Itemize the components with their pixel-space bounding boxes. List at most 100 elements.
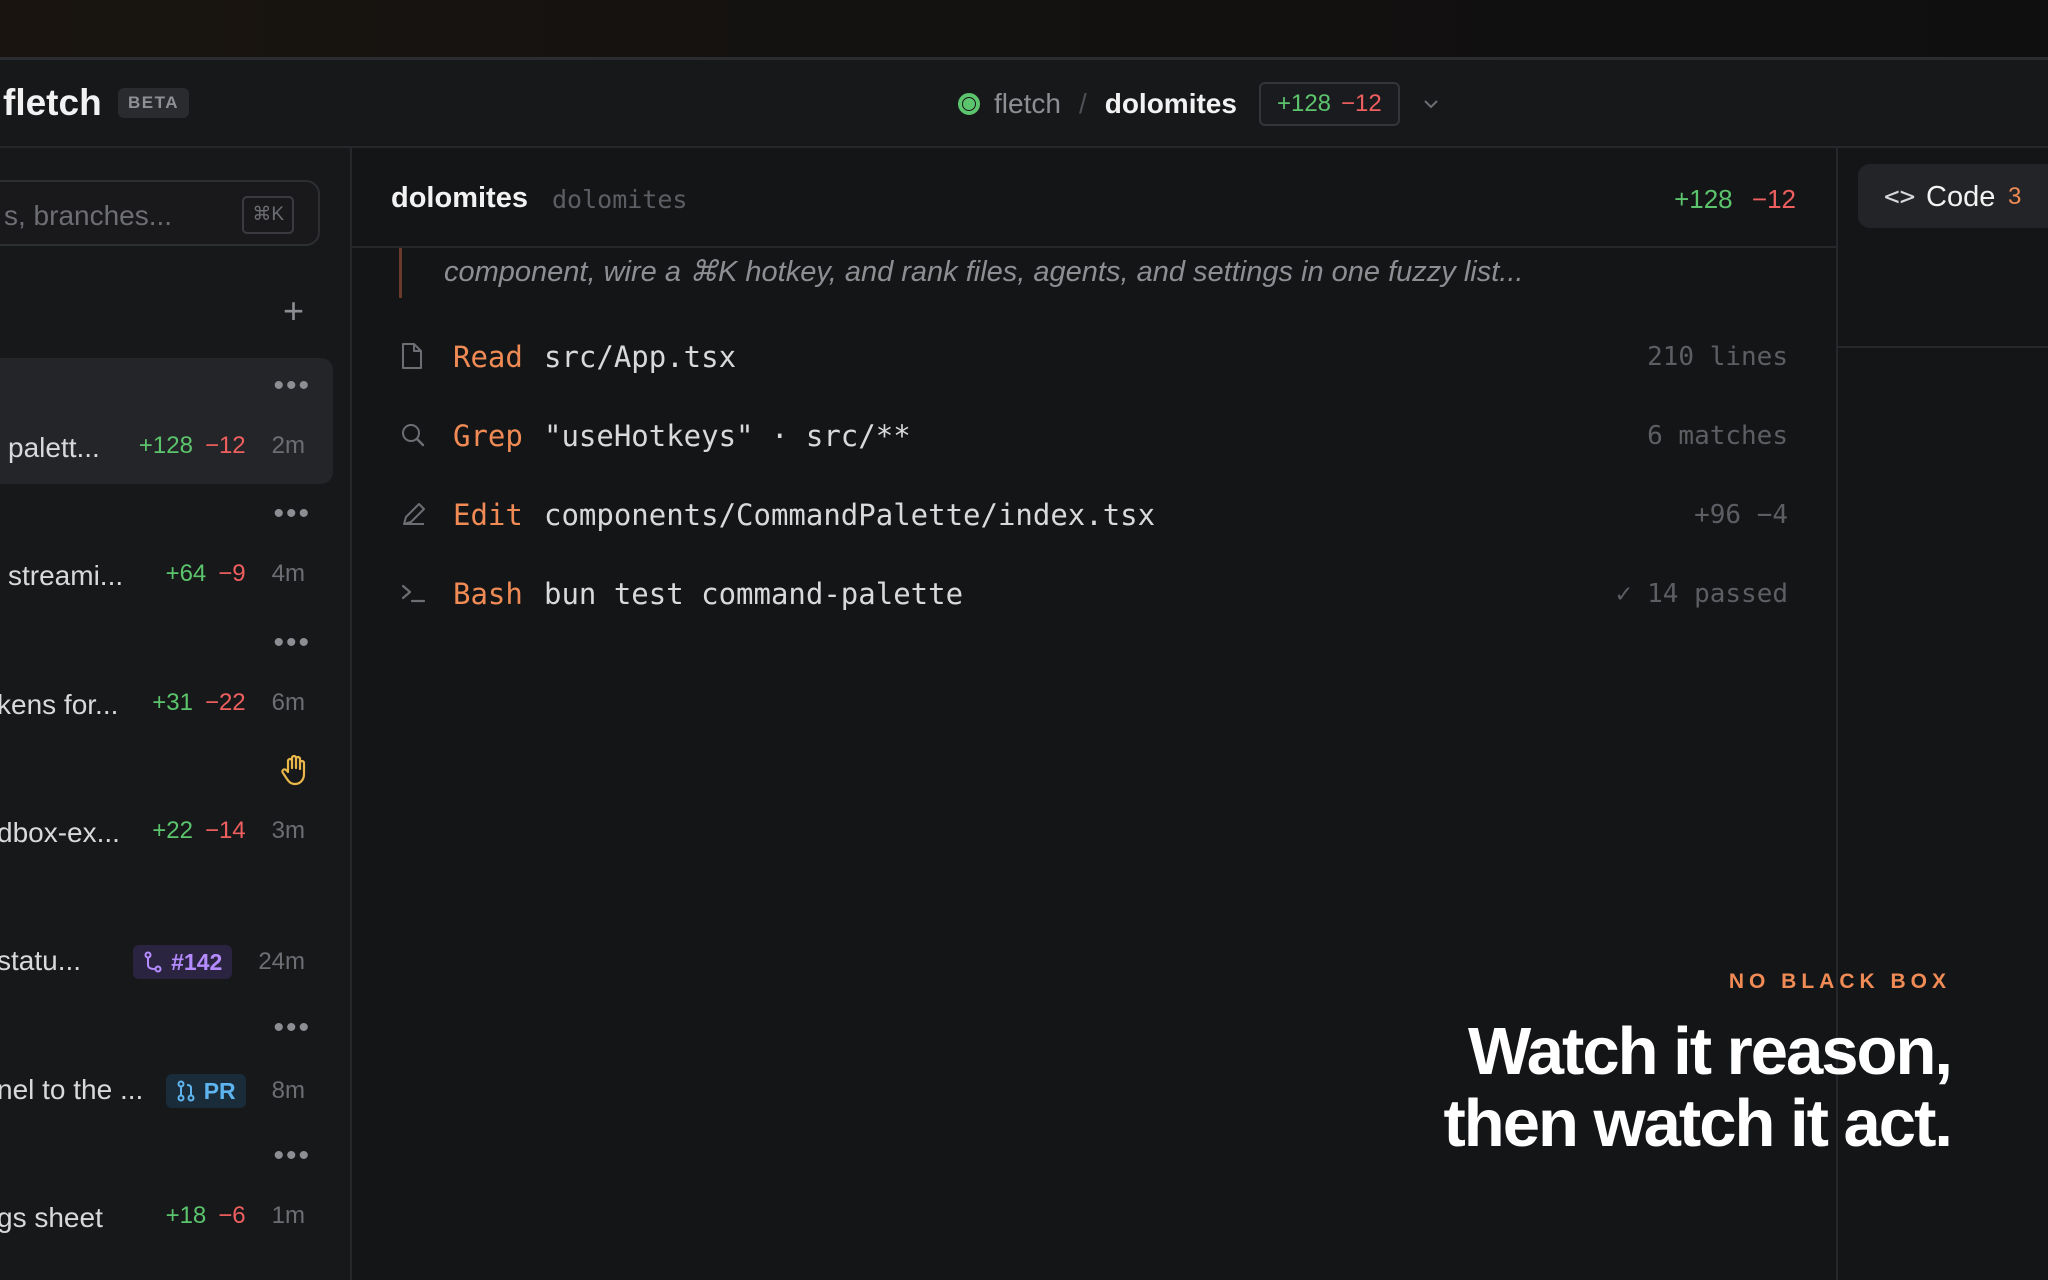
more-icon[interactable]: ••• [273, 371, 311, 401]
terminal-icon [401, 584, 426, 603]
tool-result: 6 matches [1647, 421, 1788, 451]
session-additions: +22 [152, 817, 193, 844]
file-icon [402, 343, 422, 369]
deletions-count: −12 [1341, 90, 1382, 117]
session-meta: +64 −9 4m [166, 560, 305, 588]
brand-name: fletch [3, 82, 102, 123]
thinking-text: component, wire a ⌘K hotkey, and rank fi… [399, 248, 1523, 298]
session-meta: +22 −14 3m [152, 817, 305, 845]
tab-code-label: Code [1926, 181, 1996, 213]
session-additions: +31 [152, 689, 193, 716]
breadcrumb: fletch / dolomites +128 −12 [958, 82, 1440, 126]
status-dot-icon [958, 93, 980, 115]
session-deletions: −14 [204, 817, 246, 844]
session-additions: +128 [138, 432, 193, 459]
session-meta: +18 −6 1m [166, 1202, 305, 1230]
breadcrumb-separator: / [1078, 88, 1087, 119]
search-input[interactable]: s, branches... ⌘K [0, 180, 320, 246]
tab-code-count: 3 [2008, 183, 2022, 210]
session-additions: +18 [165, 1202, 207, 1229]
top-backdrop [0, 0, 2048, 60]
session-meta: +31 −22 6m [152, 689, 305, 717]
app-header: fletch BETA fletch / dolomites +128 −12 [0, 60, 2048, 148]
session-item[interactable]: ••• nel to the ... PR 8m [0, 1000, 333, 1126]
session-branch-subtitle: dolomites [552, 185, 688, 214]
breadcrumb-repo[interactable]: fletch [994, 88, 1061, 120]
session-time: 4m [271, 560, 305, 587]
session-title: gs sheet [0, 1202, 103, 1233]
session-title: streami... [8, 560, 124, 591]
session-title: palett... [8, 432, 100, 463]
pr-label: PR [203, 1077, 236, 1104]
session-title: nel to the ... [0, 1074, 144, 1105]
session-title: kens for... [0, 689, 119, 720]
tool-call-row[interactable]: Read src/App.tsx 210 lines [352, 326, 1836, 386]
tool-call-row[interactable]: Edit components/CommandPalette/index.tsx… [352, 484, 1836, 544]
tool-result: ✓ 14 passed [1615, 579, 1788, 609]
tool-name: Grep [453, 419, 523, 453]
tool-argument: src/App.tsx [544, 340, 737, 374]
pr-number: #142 [171, 948, 223, 975]
tab-code[interactable]: <> Code 3 [1858, 164, 2048, 228]
tool-result: +96 −4 [1694, 500, 1788, 530]
session-deletions: −12 [204, 432, 246, 459]
main-diff-summary: +128 −12 [1674, 184, 1796, 215]
session-time: 24m [258, 948, 305, 975]
session-item[interactable]: ••• palett... +128 −12 2m [0, 358, 333, 484]
tagline-headline: Watch it reason, then watch it act. [1443, 1014, 1953, 1161]
session-meta: PR 8m [165, 1074, 305, 1108]
new-session-plus-icon[interactable]: + [283, 290, 304, 332]
session-item[interactable]: dbox-ex... +22 −14 3m [0, 743, 333, 869]
diff-summary-pill[interactable]: +128 −12 [1258, 82, 1400, 126]
pull-request-icon [177, 1080, 195, 1102]
tool-call-row[interactable]: Grep "useHotkeys" · src/** 6 matches [352, 405, 1836, 465]
pencil-icon [403, 503, 425, 525]
session-time: 8m [271, 1077, 305, 1104]
session-title: statu... [0, 945, 82, 976]
session-item[interactable]: ••• gs sheet +18 −6 1m [0, 1128, 333, 1254]
tool-argument: "useHotkeys" · src/** [544, 419, 911, 453]
tool-result: 210 lines [1647, 342, 1788, 372]
tagline-line: Watch it reason, [1468, 1014, 1953, 1089]
hand-icon [281, 754, 306, 786]
session-branch-title: dolomites [391, 182, 528, 214]
more-icon[interactable]: ••• [273, 628, 311, 658]
additions-count: +128 [1674, 184, 1733, 214]
session-item[interactable]: statu... #142 24m [0, 871, 333, 997]
pull-request-icon [144, 951, 162, 973]
session-meta: +128 −12 2m [139, 432, 305, 460]
tool-argument: components/CommandPalette/index.tsx [544, 498, 1156, 532]
session-deletions: −9 [218, 560, 246, 587]
session-time: 6m [271, 689, 305, 716]
session-item[interactable]: ••• streami... +64 −9 4m [0, 486, 333, 612]
session-time: 1m [271, 1202, 305, 1229]
pr-badge[interactable]: PR [165, 1074, 246, 1108]
breadcrumb-branch[interactable]: dolomites [1105, 88, 1237, 120]
more-icon[interactable]: ••• [273, 1141, 311, 1171]
more-icon[interactable]: ••• [273, 1013, 311, 1043]
tool-name: Bash [453, 577, 523, 611]
chevron-down-icon[interactable] [1422, 98, 1440, 110]
session-deletions: −22 [204, 689, 246, 716]
session-title: dbox-ex... [0, 817, 120, 848]
main-header: dolomites dolomites +128 −12 [352, 148, 1836, 248]
code-icon: <> [1884, 182, 1916, 212]
session-time: 2m [271, 432, 305, 459]
session-additions: +64 [165, 560, 207, 587]
more-icon[interactable]: ••• [273, 499, 311, 529]
session-item[interactable]: ••• kens for... +31 −22 6m [0, 615, 333, 741]
search-placeholder: s, branches... [4, 200, 173, 231]
tagline-kicker: NO BLACK BOX [1728, 970, 1951, 993]
deletions-count: −12 [1751, 184, 1796, 214]
search-icon [402, 424, 425, 447]
session-time: 3m [271, 817, 305, 844]
tagline-line: then watch it act. [1443, 1086, 1953, 1161]
additions-count: +128 [1276, 90, 1332, 117]
tool-name: Read [453, 340, 523, 374]
tool-argument: bun test command-palette [544, 577, 964, 611]
tool-call-row[interactable]: Bash bun test command-palette ✓ 14 passe… [352, 563, 1836, 623]
pr-badge[interactable]: #142 [133, 945, 233, 979]
session-deletions: −6 [218, 1202, 246, 1229]
beta-badge: BETA [118, 88, 190, 118]
sidebar: s, branches... ⌘K + ••• palett... +128 −… [0, 148, 352, 1280]
